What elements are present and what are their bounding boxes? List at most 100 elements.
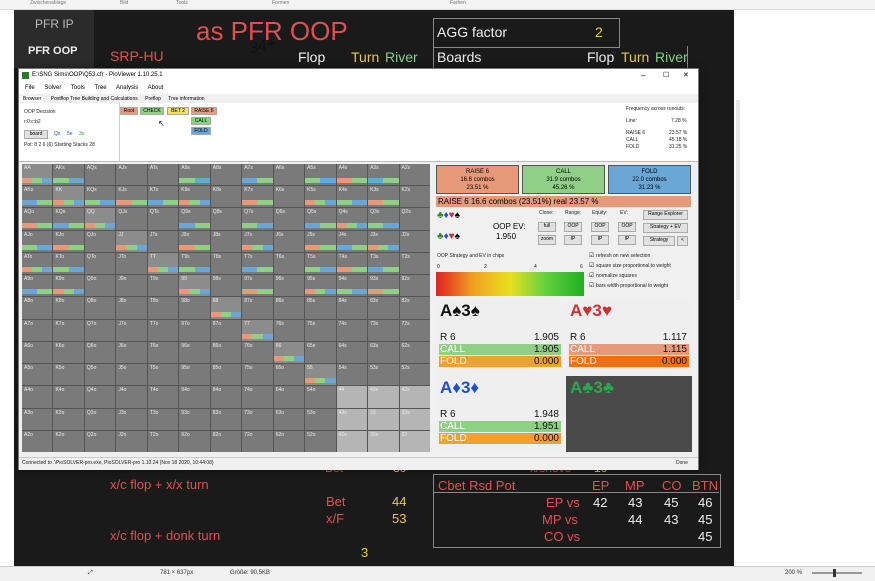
range-cell[interactable]: 95o	[179, 364, 210, 386]
range-cell[interactable]: A5s	[305, 164, 336, 186]
tree-call-button[interactable]: CALL	[191, 117, 211, 125]
range-cell[interactable]: J3o	[116, 408, 147, 430]
range-cell[interactable]: K9s	[179, 186, 210, 208]
range-cell[interactable]: K8s	[210, 186, 242, 208]
menu-file[interactable]: File	[25, 85, 35, 91]
ev-ip-button[interactable]: IP	[618, 235, 636, 245]
strategy-ev-button[interactable]: Strategy + EV	[643, 223, 688, 233]
range-cell[interactable]: 32s	[399, 408, 430, 430]
range-cell[interactable]: 32o	[368, 430, 399, 452]
range-cell[interactable]: Q9s	[179, 208, 210, 230]
ribbon-image[interactable]: Bild	[120, 0, 128, 6]
range-cell[interactable]: K9o	[53, 275, 84, 297]
range-cell[interactable]: A4s	[336, 164, 368, 186]
spade-icon[interactable]: ♠	[455, 210, 460, 221]
range-cell[interactable]: K2s	[399, 186, 430, 208]
range-cell[interactable]: J2o	[116, 430, 147, 452]
range-cell[interactable]: 65o	[273, 364, 305, 386]
clone-zoom-button[interactable]: zoom	[538, 235, 556, 245]
range-cell[interactable]: 94s	[336, 275, 368, 297]
range-cell[interactable]: Q3o	[84, 408, 116, 430]
range-cell[interactable]: 92s	[399, 275, 430, 297]
range-cell[interactable]: 52o	[305, 430, 336, 452]
range-cell[interactable]: KTo	[53, 252, 84, 275]
range-cell[interactable]: 97s	[242, 275, 273, 297]
range-cell[interactable]: KK	[53, 186, 84, 208]
equity-oop-button[interactable]: OOP	[591, 222, 609, 232]
suit-selector-bottom[interactable]: ♣♦♥♠	[437, 231, 460, 242]
range-oop-button[interactable]: OOP	[564, 222, 582, 232]
range-cell[interactable]: T6s	[273, 252, 305, 275]
range-cell[interactable]: AQs	[84, 164, 116, 186]
range-cell[interactable]: 99	[179, 275, 210, 297]
spade-icon[interactable]: ♠	[455, 231, 460, 242]
range-cell[interactable]: T7s	[242, 252, 273, 275]
range-cell[interactable]: ATo	[22, 252, 53, 275]
action-call-box[interactable]: CALL 31.9 combos 45.26 %	[522, 165, 605, 194]
ribbon-clipboard[interactable]: Zwischenablage	[30, 0, 66, 6]
window-titlebar[interactable]: E:\SNG Sims\OOP\Q53.cfr - PioViewer 1.10…	[19, 69, 698, 83]
range-cell[interactable]: J8o	[116, 297, 147, 319]
range-cell[interactable]: T4o	[147, 386, 179, 408]
hand-card-ac3c[interactable]: A♣3♣	[566, 376, 692, 452]
range-cell[interactable]: KQo	[53, 208, 84, 230]
range-cell[interactable]: QQ	[84, 208, 116, 230]
range-cell[interactable]: Q6s	[273, 208, 305, 230]
range-cell[interactable]: 82o	[210, 430, 242, 452]
range-cell[interactable]: KQs	[84, 186, 116, 208]
range-explorer-button[interactable]: Range Explorer	[643, 210, 688, 220]
range-cell[interactable]: K5s	[305, 186, 336, 208]
range-cell[interactable]: T8o	[147, 297, 179, 319]
menu-solver[interactable]: Solver	[44, 85, 61, 91]
range-cell[interactable]: QJo	[84, 230, 116, 252]
range-cell[interactable]: 93s	[368, 275, 399, 297]
tab-browser[interactable]: Browser	[21, 96, 44, 102]
range-cell[interactable]: ATs	[147, 164, 179, 186]
range-cell[interactable]: T4s	[336, 252, 368, 275]
range-cell[interactable]: Q8o	[84, 297, 116, 319]
range-cell[interactable]: K8o	[53, 297, 84, 319]
suit-selector-top[interactable]: ♣♦♥♠	[437, 210, 460, 221]
tab-postflop[interactable]: Postflop Tree Building and Calculations	[51, 96, 138, 102]
range-cell[interactable]: 85s	[305, 297, 336, 319]
range-cell[interactable]: AKs	[53, 164, 84, 186]
range-cell[interactable]: 92o	[179, 430, 210, 452]
range-cell[interactable]: AJo	[22, 230, 53, 252]
checkbox-refresh[interactable]: ☑ refresh on new selection	[589, 252, 650, 259]
range-cell[interactable]: KJo	[53, 230, 84, 252]
range-cell[interactable]: A7s	[242, 164, 273, 186]
range-cell[interactable]: AQo	[22, 208, 53, 230]
close-icon[interactable]: ✕	[683, 71, 689, 79]
zoom-slider-thumb[interactable]	[833, 569, 836, 577]
range-cell[interactable]: 42s	[399, 386, 430, 408]
range-cell[interactable]: AKo	[22, 186, 53, 208]
range-cell[interactable]: 87s	[242, 297, 273, 319]
range-cell[interactable]: 54s	[336, 364, 368, 386]
range-cell[interactable]: T5s	[305, 252, 336, 275]
range-cell[interactable]: 84o	[210, 386, 242, 408]
tree-root-button[interactable]: Root	[120, 107, 138, 115]
tab-preflop[interactable]: Preflop	[145, 96, 161, 102]
range-cell[interactable]: 83s	[368, 297, 399, 319]
range-cell[interactable]: 76s	[273, 319, 305, 341]
range-cell[interactable]: 44	[336, 386, 368, 408]
range-cell[interactable]: AA	[22, 164, 53, 186]
ev-oop-button[interactable]: OOP	[618, 222, 636, 232]
range-cell[interactable]: 22	[399, 430, 430, 452]
range-cell[interactable]: 73o	[242, 408, 273, 430]
range-cell[interactable]: 73s	[368, 319, 399, 341]
range-cell[interactable]: K7o	[53, 319, 84, 341]
range-cell[interactable]: 33	[368, 408, 399, 430]
checkbox-bars-width[interactable]: ☑ bars width proportional to weight	[589, 282, 668, 289]
range-cell[interactable]: J5o	[116, 364, 147, 386]
range-cell[interactable]: J2s	[399, 230, 430, 252]
range-cell[interactable]: A3o	[22, 408, 53, 430]
range-cell[interactable]: J9o	[116, 275, 147, 297]
range-cell[interactable]: TT	[147, 252, 179, 275]
range-cell[interactable]: J6s	[273, 230, 305, 252]
menu-tree[interactable]: Tree	[95, 85, 107, 91]
range-cell[interactable]: K6s	[273, 186, 305, 208]
range-cell[interactable]: 65s	[305, 341, 336, 364]
range-cell[interactable]: T3o	[147, 408, 179, 430]
range-cell[interactable]: A4o	[22, 386, 53, 408]
